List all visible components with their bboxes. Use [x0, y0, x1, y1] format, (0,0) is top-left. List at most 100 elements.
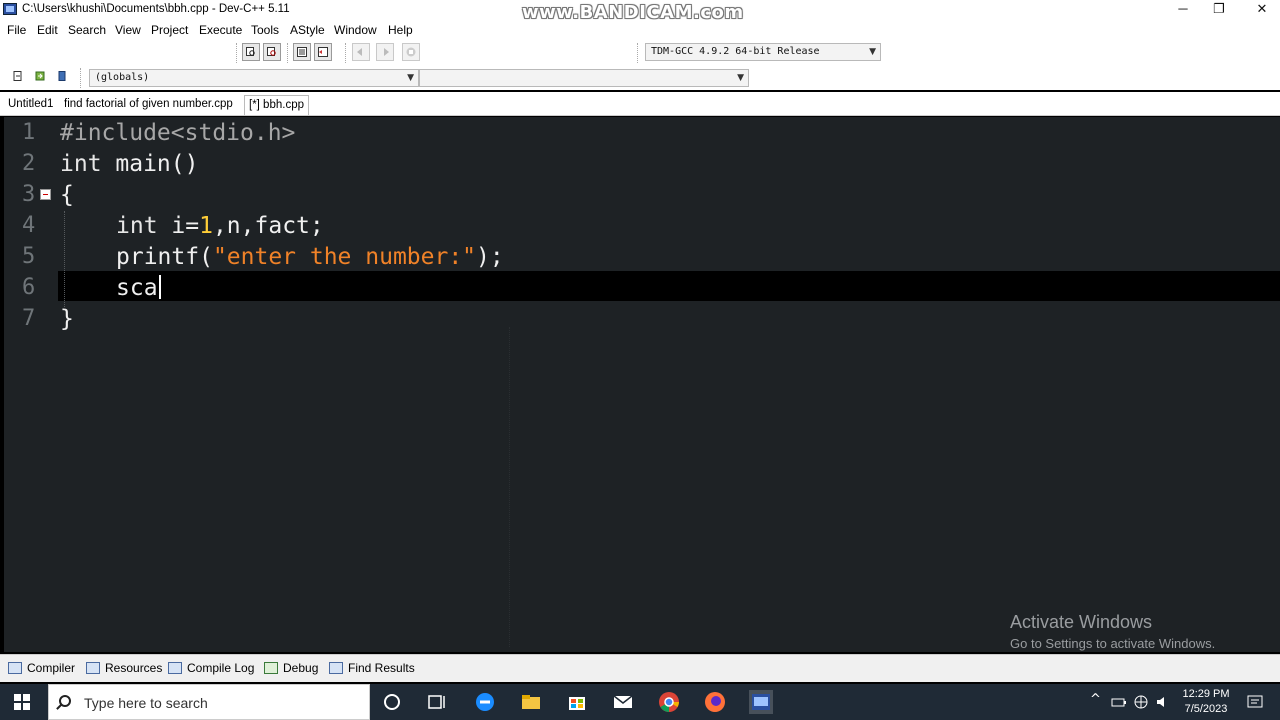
window-title: C:\Users\khushi\Documents\bbh.cpp - Dev-… — [22, 3, 290, 15]
number-token: 1 — [199, 213, 213, 239]
find-icon — [246, 47, 255, 56]
tab-debug[interactable]: Debug — [264, 661, 318, 675]
compiler-select[interactable]: TDM-GCC 4.9.2 64-bit Release ▼ — [645, 43, 881, 61]
scope-select[interactable]: (globals) ▼ — [89, 69, 419, 87]
find-results-icon — [329, 662, 343, 674]
battery-icon[interactable] — [1110, 690, 1128, 714]
code-token: ,n,fact; — [212, 213, 324, 239]
unindent-icon — [318, 47, 328, 57]
tab-compiler[interactable]: Compiler — [8, 661, 75, 675]
activate-windows-watermark: Activate Windows Go to Settings to activ… — [1010, 612, 1215, 651]
compile-log-icon — [168, 662, 182, 674]
tab-resources[interactable]: Resources — [86, 661, 162, 675]
debug-check-icon — [264, 662, 278, 674]
menu-help[interactable]: Help — [388, 23, 413, 37]
preprocessor-token: #include<stdio.h> — [60, 120, 296, 146]
menu-bar: File Edit Search View Project Execute To… — [0, 20, 1280, 40]
code-line-1: #include<stdio.h> — [60, 120, 295, 146]
title-bar: C:\Users\khushi\Documents\bbh.cpp - Dev-… — [0, 0, 1280, 23]
line-number: 1 — [22, 120, 36, 145]
code-editor[interactable]: 1 2 3 4 5 6 7 #include<stdio.h> int main… — [4, 117, 1280, 652]
arrow-left-icon — [357, 48, 362, 56]
code-token: main() — [101, 151, 199, 177]
menu-project[interactable]: Project — [151, 23, 188, 37]
bookmark-icon — [58, 71, 66, 81]
tray-chevron-up-icon[interactable]: ^ — [1090, 692, 1101, 707]
menu-window[interactable]: Window — [334, 23, 377, 37]
search-placeholder: Type here to search — [84, 695, 208, 711]
insert-button[interactable] — [10, 68, 28, 86]
toolbar-grip — [345, 43, 348, 63]
devcpp-app-icon — [3, 3, 17, 15]
file-explorer-icon[interactable] — [519, 690, 543, 714]
compiler-select-value: TDM-GCC 4.9.2 64-bit Release — [651, 46, 820, 57]
file-tabs: Untitled1 find factorial of given number… — [0, 92, 1280, 116]
mail-icon[interactable] — [611, 690, 635, 714]
code-token: printf( — [116, 244, 213, 270]
toolbar-grip — [287, 43, 290, 63]
tab-find-results[interactable]: Find Results — [329, 661, 415, 675]
code-line-5: printf("enter the number:"); — [116, 244, 504, 270]
line-number: 5 — [22, 244, 36, 269]
indent-icon — [297, 47, 307, 57]
unindent-button[interactable] — [314, 43, 332, 61]
replace-icon — [267, 47, 276, 56]
maximize-button[interactable]: ❐ — [1196, 0, 1242, 20]
fold-collapse-icon[interactable] — [40, 189, 51, 200]
menu-file[interactable]: File — [7, 23, 26, 37]
tab-find-factorial[interactable]: find factorial of given number.cpp — [60, 95, 237, 115]
code-token: } — [60, 306, 74, 332]
clock-date: 7/5/2023 — [1184, 703, 1228, 715]
stop-icon — [406, 47, 416, 57]
taskbar-clock[interactable]: 12:29 PM 7/5/2023 — [1182, 687, 1230, 717]
indent-button[interactable] — [293, 43, 311, 61]
tab-bbh-cpp[interactable]: [*] bbh.cpp — [244, 95, 309, 115]
cortana-icon[interactable] — [380, 690, 404, 714]
store-icon[interactable] — [565, 690, 589, 714]
insert-icon — [13, 71, 22, 81]
bookmark-button[interactable] — [54, 68, 72, 86]
goto-button[interactable] — [32, 68, 50, 86]
tab-untitled1[interactable]: Untitled1 — [4, 95, 57, 115]
code-line-6: sca — [116, 275, 161, 301]
member-select[interactable]: ▼ — [419, 69, 749, 87]
code-token: sca — [116, 275, 158, 301]
windows-start-icon[interactable] — [14, 694, 30, 710]
activate-title: Activate Windows — [1010, 612, 1153, 632]
firefox-icon[interactable] — [703, 690, 727, 714]
stop-button[interactable] — [402, 43, 420, 61]
replace-button[interactable] — [263, 43, 281, 61]
chrome-icon[interactable] — [657, 690, 681, 714]
notifications-icon[interactable] — [1245, 690, 1265, 714]
tab-compile-log[interactable]: Compile Log — [168, 661, 254, 675]
code-line-4: int i=1,n,fact; — [116, 213, 324, 239]
text-caret — [158, 275, 161, 299]
chevron-down-icon: ▼ — [737, 73, 744, 83]
line-number: 3 — [22, 182, 36, 207]
main-toolbar: TDM-GCC 4.9.2 64-bit Release ▼ — [0, 40, 1280, 66]
back-button[interactable] — [352, 43, 370, 61]
current-line-highlight — [58, 271, 1280, 301]
toolbar-grip — [236, 43, 239, 63]
close-button[interactable]: ✕ — [1239, 0, 1280, 20]
volume-icon[interactable] — [1154, 690, 1172, 714]
forward-button[interactable] — [376, 43, 394, 61]
toolbar-grip — [80, 68, 83, 88]
menu-tools[interactable]: Tools — [251, 23, 279, 37]
line-number-gutter: 1 2 3 4 5 6 7 — [4, 117, 58, 652]
menu-view[interactable]: View — [115, 23, 141, 37]
devcpp-taskbar-icon[interactable] — [749, 690, 773, 714]
toolbar-grip — [637, 43, 640, 63]
network-globe-icon[interactable] — [1132, 690, 1150, 714]
menu-astyle[interactable]: AStyle — [290, 23, 325, 37]
menu-search[interactable]: Search — [68, 23, 106, 37]
taskbar-search-box[interactable]: Type here to search — [48, 684, 370, 720]
compiler-icon — [8, 662, 22, 674]
line-number: 2 — [22, 151, 36, 176]
edge-browser-icon[interactable] — [473, 690, 497, 714]
menu-edit[interactable]: Edit — [37, 23, 58, 37]
menu-execute[interactable]: Execute — [199, 23, 242, 37]
find-button[interactable] — [242, 43, 260, 61]
tab-label: Debug — [283, 661, 319, 675]
task-view-icon[interactable] — [425, 690, 449, 714]
